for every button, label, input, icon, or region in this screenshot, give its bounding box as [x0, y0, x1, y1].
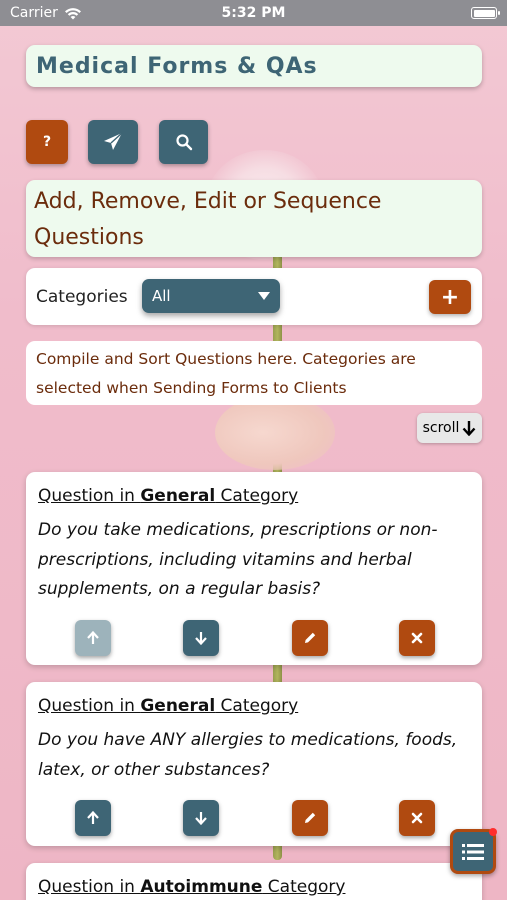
add-question-button[interactable]: +	[429, 280, 471, 314]
plus-icon: +	[440, 284, 460, 310]
card-title: Question in Autoimmune Category	[38, 877, 345, 897]
battery-fill	[473, 9, 495, 17]
card-category: General	[140, 696, 216, 716]
move-up-button[interactable]	[75, 800, 111, 836]
carrier-label: Carrier	[10, 5, 58, 21]
arrow-up-icon	[87, 631, 99, 644]
delete-button[interactable]	[399, 620, 435, 656]
pencil-icon	[305, 812, 316, 823]
arrow-down-icon	[195, 812, 207, 825]
card-title-suffix: Category	[215, 486, 299, 506]
card-category: General	[140, 486, 216, 506]
categories-label: Categories	[36, 287, 128, 307]
question-card: Question in General Category Do you have…	[26, 682, 482, 846]
search-icon	[175, 134, 192, 151]
edit-button[interactable]	[292, 620, 328, 656]
category-dropdown[interactable]: All	[142, 279, 280, 313]
arrow-down-icon	[195, 632, 207, 645]
card-title-prefix: Question in	[38, 696, 141, 716]
move-down-button[interactable]	[183, 620, 219, 656]
close-icon	[411, 632, 423, 644]
help-button[interactable]: ?	[26, 120, 68, 164]
arrow-down-icon	[463, 421, 476, 436]
question-list-button[interactable]	[450, 828, 497, 874]
scroll-button[interactable]: scroll	[417, 413, 482, 443]
wifi-icon	[64, 7, 81, 19]
scroll-label: scroll	[422, 420, 460, 436]
card-title-suffix: Category	[262, 877, 346, 897]
arrow-up-icon	[87, 811, 99, 824]
question-card: Question in General Category Do you take…	[26, 472, 482, 665]
category-selected-value: All	[152, 287, 171, 305]
chevron-down-icon	[258, 292, 270, 300]
move-down-button[interactable]	[183, 800, 219, 836]
close-icon	[411, 812, 423, 824]
card-title-prefix: Question in	[38, 486, 141, 506]
card-title-suffix: Category	[215, 696, 299, 716]
notification-dot	[489, 828, 497, 836]
edit-button[interactable]	[292, 800, 328, 836]
card-title-prefix: Question in	[38, 877, 141, 897]
help-label: ?	[42, 134, 52, 150]
send-form-button[interactable]	[88, 120, 138, 164]
app-title: Medical Forms & QAs	[26, 45, 482, 87]
status-left: Carrier	[10, 5, 82, 21]
card-title: Question in General Category	[38, 696, 298, 716]
search-button[interactable]	[159, 120, 208, 164]
background-hand	[215, 395, 335, 470]
list-icon	[462, 843, 484, 860]
battery-icon	[471, 7, 500, 19]
delete-button[interactable]	[399, 800, 435, 836]
card-question: Do you take medications, prescriptions o…	[38, 520, 438, 599]
info-text: Compile and Sort Questions here. Categor…	[26, 341, 482, 405]
card-category: Autoimmune	[140, 877, 263, 897]
status-bar: Carrier 5:32 PM	[0, 0, 507, 26]
categories-row: Categories All +	[26, 268, 482, 325]
section-header: Add, Remove, Edit or Sequence Questions	[26, 180, 482, 257]
card-question: Do you have ANY allergies to medications…	[38, 730, 458, 780]
question-card: Question in Autoimmune Category	[26, 863, 482, 900]
card-title: Question in General Category	[38, 486, 298, 506]
pencil-icon	[305, 632, 316, 643]
paper-plane-icon	[104, 132, 123, 150]
move-up-button[interactable]	[75, 620, 111, 656]
